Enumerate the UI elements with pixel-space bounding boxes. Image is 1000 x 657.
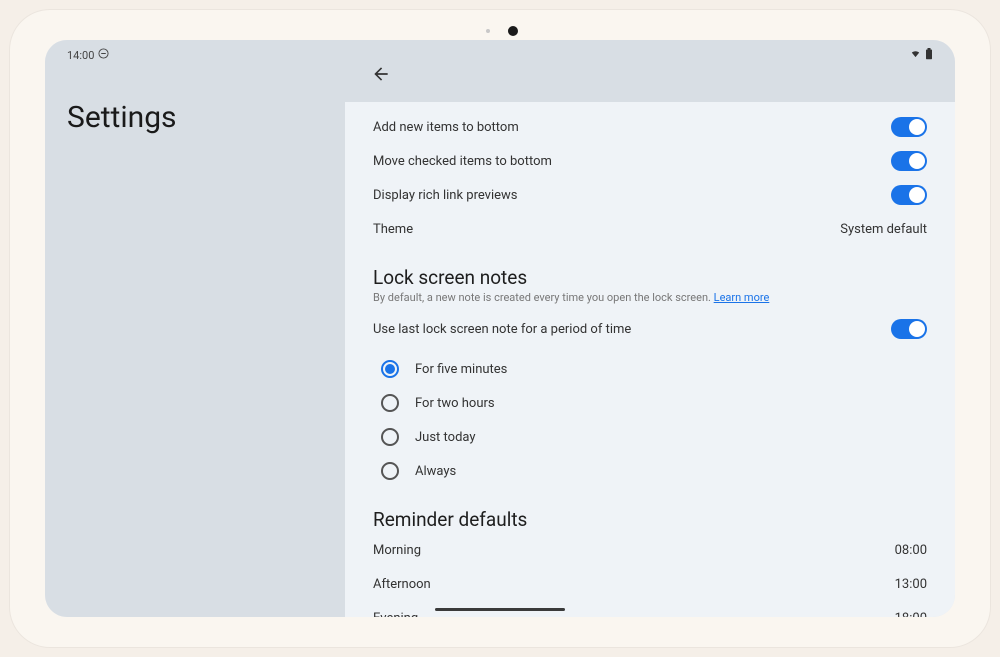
setting-value: 13:00: [895, 577, 927, 592]
content-scroll[interactable]: Display options Add new items to bottom …: [345, 102, 955, 617]
section-header-lock-screen: Lock screen notes: [373, 266, 927, 289]
radio-label: Always: [415, 464, 456, 479]
status-time: 14:00: [67, 49, 94, 62]
status-right: [909, 48, 933, 63]
tablet-frame: 14:00 Settings: [10, 10, 990, 647]
reminder-afternoon[interactable]: Afternoon 13:00: [373, 567, 927, 601]
subtitle-text: By default, a new note is created every …: [373, 291, 714, 304]
radio-option-just-today[interactable]: Just today: [381, 420, 927, 454]
radio-label: For two hours: [415, 396, 495, 411]
radio-icon: [381, 428, 399, 446]
setting-move-checked-bottom[interactable]: Move checked items to bottom: [373, 144, 927, 178]
setting-label: Afternoon: [373, 577, 431, 592]
setting-label: Display rich link previews: [373, 188, 518, 203]
setting-add-new-bottom[interactable]: Add new items to bottom: [373, 110, 927, 144]
sidebar: Settings: [45, 40, 345, 617]
main-pane: Display options Add new items to bottom …: [345, 40, 955, 617]
home-indicator[interactable]: [435, 608, 565, 611]
section-header-display-options: Display options: [373, 102, 927, 106]
setting-value: 08:00: [895, 543, 927, 558]
radio-icon: [381, 462, 399, 480]
toggle-switch[interactable]: [891, 319, 927, 339]
screen: 14:00 Settings: [45, 40, 955, 617]
toggle-switch[interactable]: [891, 117, 927, 137]
setting-label: Theme: [373, 222, 413, 237]
wifi-icon: [909, 48, 922, 62]
section-subtitle-lock-screen: By default, a new note is created every …: [373, 291, 927, 304]
radio-group-duration: For five minutes For two hours Just toda…: [373, 352, 927, 488]
setting-label: Move checked items to bottom: [373, 154, 552, 169]
setting-value: 18:00: [895, 611, 927, 618]
radio-label: Just today: [415, 430, 476, 445]
setting-value: System default: [840, 222, 927, 237]
setting-use-last-note[interactable]: Use last lock screen note for a period o…: [373, 312, 927, 346]
status-left: 14:00: [67, 48, 109, 62]
dnd-icon: [98, 48, 109, 62]
radio-option-two-hours[interactable]: For two hours: [381, 386, 927, 420]
battery-icon: [925, 48, 933, 63]
radio-label: For five minutes: [415, 362, 507, 377]
reminder-morning[interactable]: Morning 08:00: [373, 533, 927, 567]
radio-option-five-minutes[interactable]: For five minutes: [381, 352, 927, 386]
toggle-switch[interactable]: [891, 151, 927, 171]
radio-icon: [381, 394, 399, 412]
setting-theme[interactable]: Theme System default: [373, 212, 927, 246]
learn-more-link[interactable]: Learn more: [714, 291, 770, 304]
sensor-dot: [486, 29, 490, 33]
setting-label: Morning: [373, 543, 421, 558]
setting-rich-link-previews[interactable]: Display rich link previews: [373, 178, 927, 212]
radio-icon: [381, 360, 399, 378]
setting-label: Use last lock screen note for a period o…: [373, 322, 631, 337]
status-bar: 14:00: [45, 40, 955, 70]
camera-icon: [508, 26, 518, 36]
setting-label: Evening: [373, 611, 418, 618]
page-title: Settings: [67, 100, 325, 135]
radio-option-always[interactable]: Always: [381, 454, 927, 488]
setting-label: Add new items to bottom: [373, 120, 519, 135]
section-header-reminder-defaults: Reminder defaults: [373, 508, 927, 531]
toggle-switch[interactable]: [891, 185, 927, 205]
